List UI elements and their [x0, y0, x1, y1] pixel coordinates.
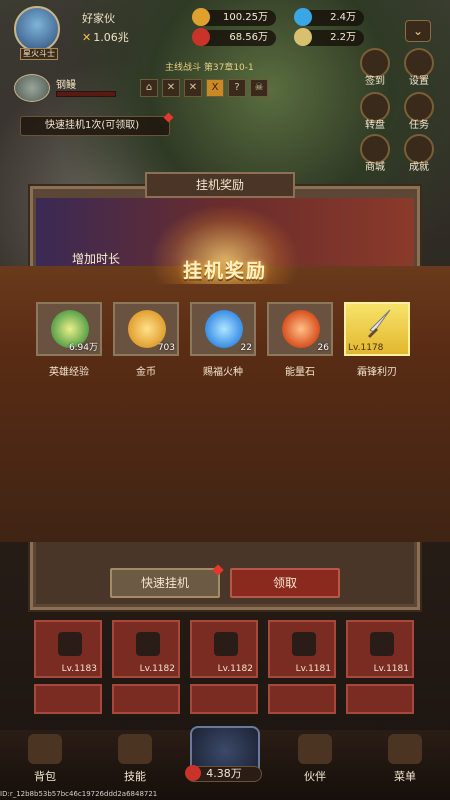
pet-name: 钢鳗: [56, 80, 76, 91]
swords-icon: [294, 28, 312, 46]
gold-resource[interactable]: 100.25万: [192, 8, 276, 26]
blue-flame-icon: [205, 310, 243, 348]
sign-in-label: 签到: [365, 76, 385, 87]
player-title: 星火斗士: [20, 48, 58, 60]
pet-health-bar: [56, 91, 116, 97]
claim-button[interactable]: 领取: [230, 568, 340, 598]
armor-icon: [370, 632, 394, 656]
nav-menu[interactable]: 菜单: [380, 734, 430, 784]
stage-boss-icon: ☠: [250, 79, 268, 97]
red-orb-icon: [192, 28, 210, 46]
gold-icon: [192, 8, 210, 26]
nav-skills[interactable]: 技能: [110, 734, 160, 784]
stage-progress: ⌂ ✕ ✕ X ? ☠: [140, 77, 310, 99]
menu-icon: [388, 734, 422, 764]
player-name: 好家伙: [82, 12, 115, 25]
reward-list: 6.94万 英雄经验 703 金币 22 赐福火种 26 能量石 Lv.1178…: [36, 302, 416, 382]
battle-value: 4.38万: [185, 765, 262, 782]
collapse-menu-button[interactable]: ⌄: [405, 20, 431, 42]
nav-bag[interactable]: 背包: [20, 734, 70, 784]
sword-icon: [368, 309, 391, 338]
reward-item[interactable]: Lv.1178 霜锋利刃: [344, 302, 410, 378]
equipment-slot[interactable]: [346, 684, 414, 714]
quick-idle-button[interactable]: 快速挂机: [110, 564, 224, 598]
reward-name: 霜锋利刃: [357, 367, 397, 378]
red-orb-icon: [185, 765, 201, 781]
blue-gem-icon: [294, 8, 312, 26]
reward-item[interactable]: 22 赐福火种: [190, 302, 256, 378]
equipment-slot[interactable]: [190, 684, 258, 714]
stage-current-node: X: [206, 79, 224, 97]
pet-avatar[interactable]: [14, 74, 50, 102]
player-power: ✕ 1.06兆: [82, 29, 129, 45]
scroll-icon: [118, 734, 152, 764]
stage-node-icon: ✕: [184, 79, 202, 97]
power-icon: ✕: [82, 31, 92, 44]
stage-node-icon: ?: [228, 79, 246, 97]
reward-name: 英雄经验: [49, 367, 89, 378]
stage-node-icon: ⌂: [140, 79, 158, 97]
overlay-title: 挂机奖励: [182, 260, 267, 282]
panel-title: 挂机奖励: [145, 172, 295, 198]
equipment-slot[interactable]: [34, 684, 102, 714]
reward-item[interactable]: 6.94万 英雄经验: [36, 302, 102, 378]
helmet-icon: [214, 632, 238, 656]
reward-name: 金币: [136, 367, 156, 378]
power-value: 1.06兆: [93, 31, 129, 44]
boots-icon: [292, 632, 316, 656]
red-orb-resource[interactable]: 68.56万: [192, 28, 276, 46]
equipment-slot[interactable]: [112, 684, 180, 714]
reward-item[interactable]: 703 金币: [113, 302, 179, 378]
equipment-slot[interactable]: Lv.1182: [190, 620, 258, 678]
stage-label: 主线战斗 第37章10-1: [165, 63, 254, 73]
equipment-slot[interactable]: [268, 684, 336, 714]
reward-item[interactable]: 26 能量石: [267, 302, 333, 378]
equipment-slot[interactable]: Lv.1181: [268, 620, 336, 678]
player-avatar[interactable]: [14, 6, 60, 52]
reward-name: 能量石: [285, 367, 315, 378]
wheel-label: 转盘: [365, 120, 385, 131]
equipment-slot[interactable]: Lv.1183: [34, 620, 102, 678]
equipment-slot[interactable]: Lv.1181: [346, 620, 414, 678]
partner-icon: [298, 734, 332, 764]
belt-icon: [136, 632, 160, 656]
nav-partners[interactable]: 伙伴: [290, 734, 340, 784]
quick-idle-shortcut[interactable]: 快速挂机1次(可领取): [20, 112, 174, 136]
energy-stone-icon: [282, 310, 320, 348]
reward-name: 赐福火种: [203, 367, 243, 378]
user-id: ID:r_12b8b53b57bc46c19726ddd2a6848721: [0, 790, 158, 798]
panel-footer: [36, 542, 414, 604]
settings-label: 设置: [409, 76, 429, 87]
shop-label: 商城: [365, 162, 385, 173]
bag-icon: [28, 734, 62, 764]
swords-resource[interactable]: 2.2万: [294, 28, 364, 46]
amulet-icon: [58, 632, 82, 656]
stage-node-icon: ✕: [162, 79, 180, 97]
achievement-label: 成就: [409, 162, 429, 173]
quest-label: 任务: [409, 120, 429, 131]
equipment-slot[interactable]: Lv.1182: [112, 620, 180, 678]
blue-gem-resource[interactable]: 2.4万: [294, 8, 364, 26]
